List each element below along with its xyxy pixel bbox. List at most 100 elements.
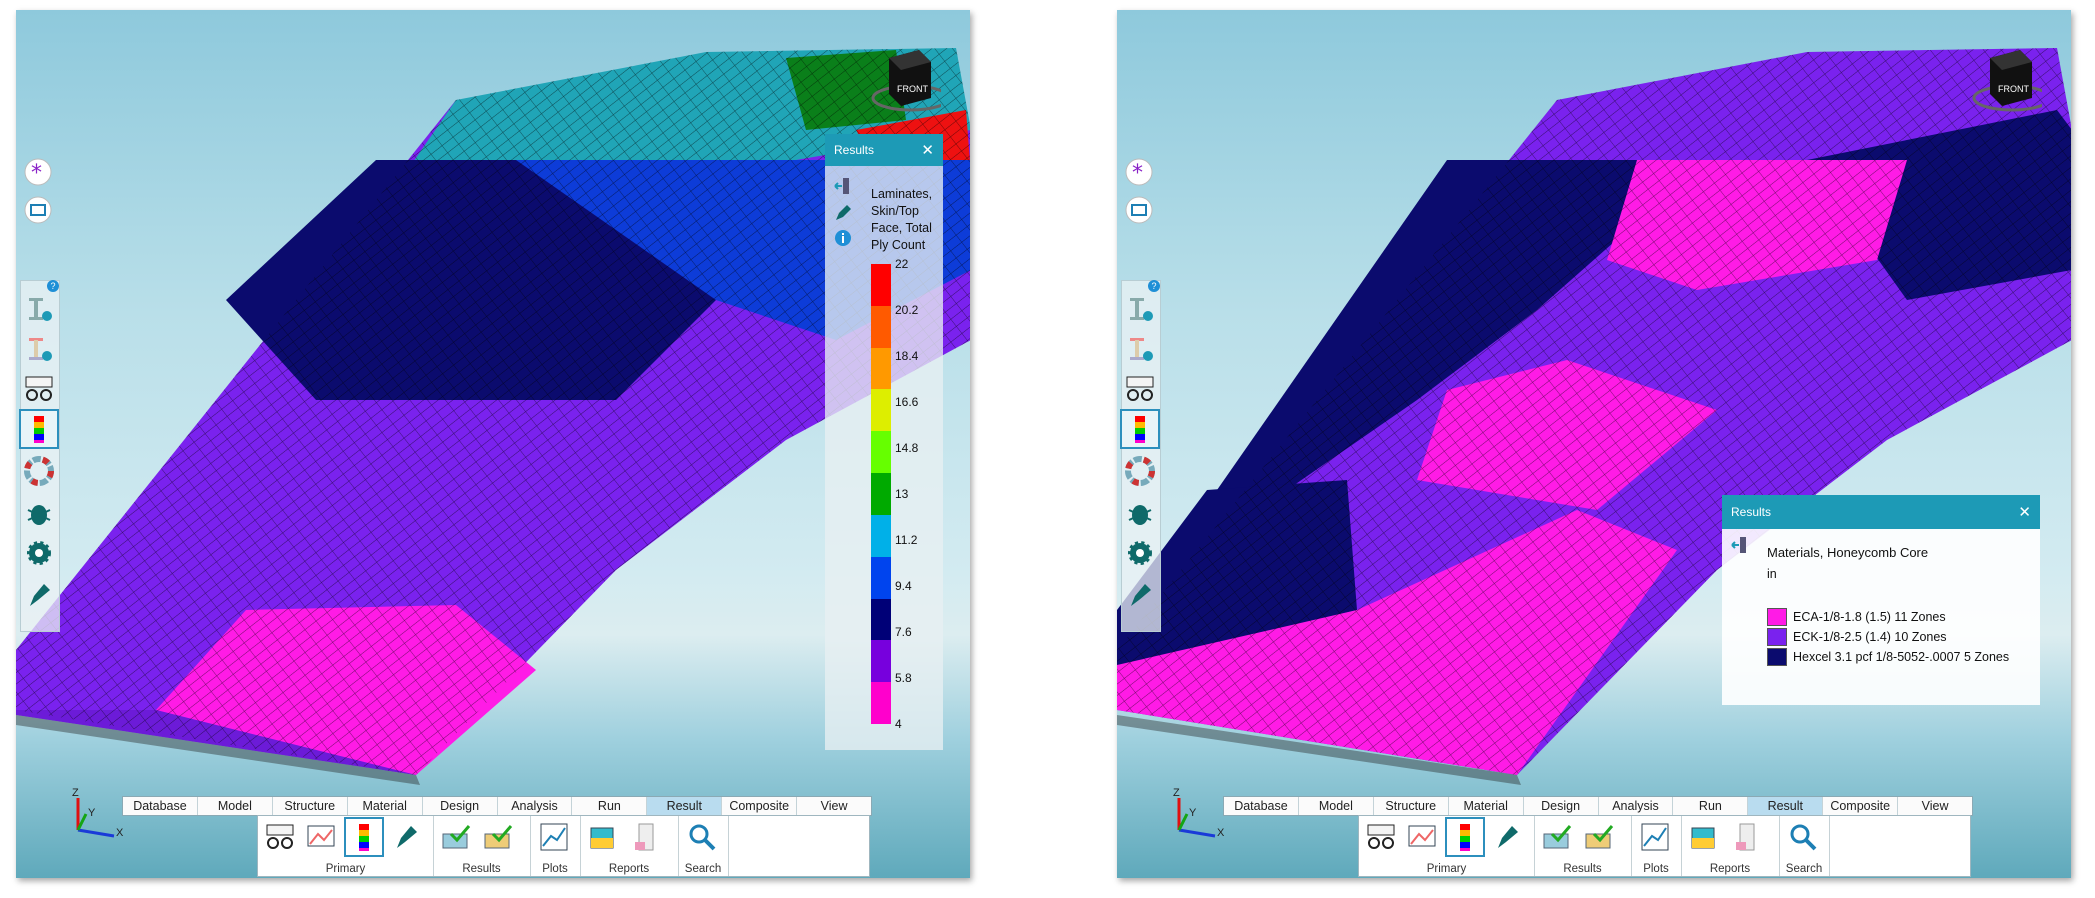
window-icon[interactable] [1121,192,1157,228]
tab-run[interactable]: Run [1673,797,1749,815]
glasses-icon[interactable] [262,819,298,855]
tab-analysis[interactable]: Analysis [498,797,573,815]
info-icon[interactable] [833,228,853,248]
pen-icon[interactable] [1122,577,1158,613]
ibeam-play-icon[interactable] [1122,291,1158,327]
group-label-search: Search [1785,863,1823,875]
viewport-left[interactable]: FRONT * ? Results ✕ Laminates, Skin/Top … [16,10,970,878]
help-icon[interactable]: ? [47,280,59,292]
colorbar-icon[interactable] [19,409,59,449]
colorbar-segment [871,556,891,599]
glasses-icon[interactable] [1122,371,1158,407]
tab-model[interactable]: Model [198,797,273,815]
glasses-icon[interactable] [21,371,57,407]
tab-structure[interactable]: Structure [1374,797,1449,815]
ibeam-check-icon[interactable] [1122,331,1158,367]
search-icon[interactable] [1785,819,1821,855]
collapse-icon[interactable] [1730,535,1750,555]
bug-icon[interactable] [21,495,57,531]
ibeam-check-icon[interactable] [21,331,57,367]
results-header[interactable]: Results ✕ [825,134,943,166]
legend-entry: ECA-1/8-1.8 (1.5) 11 Zones [1767,608,1946,626]
results-header[interactable]: Results ✕ [1722,495,2040,529]
pen-icon[interactable] [1489,819,1525,855]
tab-composite[interactable]: Composite [1823,797,1899,815]
tab-material[interactable]: Material [1449,797,1524,815]
help-icon[interactable]: ? [1148,280,1160,292]
plot-icon[interactable] [536,819,572,855]
color-wheel-icon[interactable] [1122,453,1158,489]
colorbar-segment [871,264,891,306]
collapse-icon[interactable] [833,176,853,196]
results-check-icon[interactable] [1582,819,1618,855]
ribbon-tabs: Database Model Structure Material Design… [1223,796,1973,816]
ribbon-group-primary: Primary [1359,816,1535,876]
svg-text:*: * [31,161,42,186]
pen-icon[interactable] [833,202,853,222]
colorbar-segment [871,598,891,641]
gear-icon[interactable] [1122,535,1158,571]
tab-database[interactable]: Database [1224,797,1299,815]
results-unit: in [1767,567,1777,581]
plot-icon[interactable] [1637,819,1673,855]
report-image-icon[interactable] [586,819,622,855]
report-doc-icon[interactable] [628,819,664,855]
colorbar-tick-label: 14.8 [895,441,919,455]
tab-view[interactable]: View [1898,797,1972,815]
report-doc-icon[interactable] [1729,819,1765,855]
close-icon[interactable]: ✕ [921,141,934,159]
group-label-reports: Reports [1709,863,1751,875]
tab-result[interactable]: Result [1748,797,1824,815]
tab-database[interactable]: Database [123,797,198,815]
results-check-icon[interactable] [1540,819,1576,855]
group-label-primary: Primary [325,863,366,875]
axis-x-label: X [116,827,124,839]
axis-z-label: Z [1173,787,1180,799]
gear-icon[interactable] [21,535,57,571]
bug-icon[interactable] [1122,495,1158,531]
legend-entry: Hexcel 3.1 pcf 1/8-5052-.0007 5 Zones [1767,648,2009,666]
tab-design[interactable]: Design [1524,797,1599,815]
report-image-icon[interactable] [1687,819,1723,855]
tool-group [1120,280,1161,632]
results-view-icon[interactable] [1405,819,1441,855]
results-check-icon[interactable] [439,819,475,855]
tab-structure[interactable]: Structure [273,797,348,815]
tab-model[interactable]: Model [1299,797,1374,815]
pen-icon[interactable] [21,577,57,613]
viewport-right[interactable]: FRONT * ? Results ✕ Materials, Honeycomb… [1117,10,2071,878]
search-icon[interactable] [684,819,720,855]
view-cube[interactable]: FRONT [1962,40,2042,120]
legend-swatch [1767,608,1787,626]
color-wheel-icon[interactable] [21,453,57,489]
pen-icon[interactable] [388,819,424,855]
colorbar-icon[interactable] [1120,409,1160,449]
results-header-label: Results [834,143,875,157]
tab-result[interactable]: Result [647,797,723,815]
svg-text:FRONT: FRONT [897,84,928,94]
wing-mesh-core-materials[interactable] [1117,10,2071,878]
legend-label: Hexcel 3.1 pcf 1/8-5052-.0007 5 Zones [1793,650,2010,664]
close-icon[interactable]: ✕ [2018,503,2031,521]
asterisk-icon[interactable]: * [1121,154,1157,190]
colorbar-tick-label: 16.6 [895,395,919,409]
window-icon[interactable] [20,192,56,228]
tab-view[interactable]: View [797,797,871,815]
tab-composite[interactable]: Composite [722,797,798,815]
tab-run[interactable]: Run [572,797,648,815]
results-view-icon[interactable] [304,819,340,855]
tab-material[interactable]: Material [348,797,423,815]
ribbon-group-primary: Primary [258,816,434,876]
results-check-icon[interactable] [481,819,517,855]
axes-triad: Z Y X [1173,787,1225,839]
colorbar-icon[interactable] [344,817,384,857]
colorbar-tick-label: 7.6 [895,625,912,639]
glasses-icon[interactable] [1363,819,1399,855]
axis-x-label: X [1217,827,1225,839]
colorbar-icon[interactable] [1445,817,1485,857]
tab-design[interactable]: Design [423,797,498,815]
asterisk-icon[interactable]: * [20,154,56,190]
tab-analysis[interactable]: Analysis [1599,797,1674,815]
ibeam-play-icon[interactable] [21,291,57,327]
view-cube[interactable]: FRONT [861,40,941,120]
